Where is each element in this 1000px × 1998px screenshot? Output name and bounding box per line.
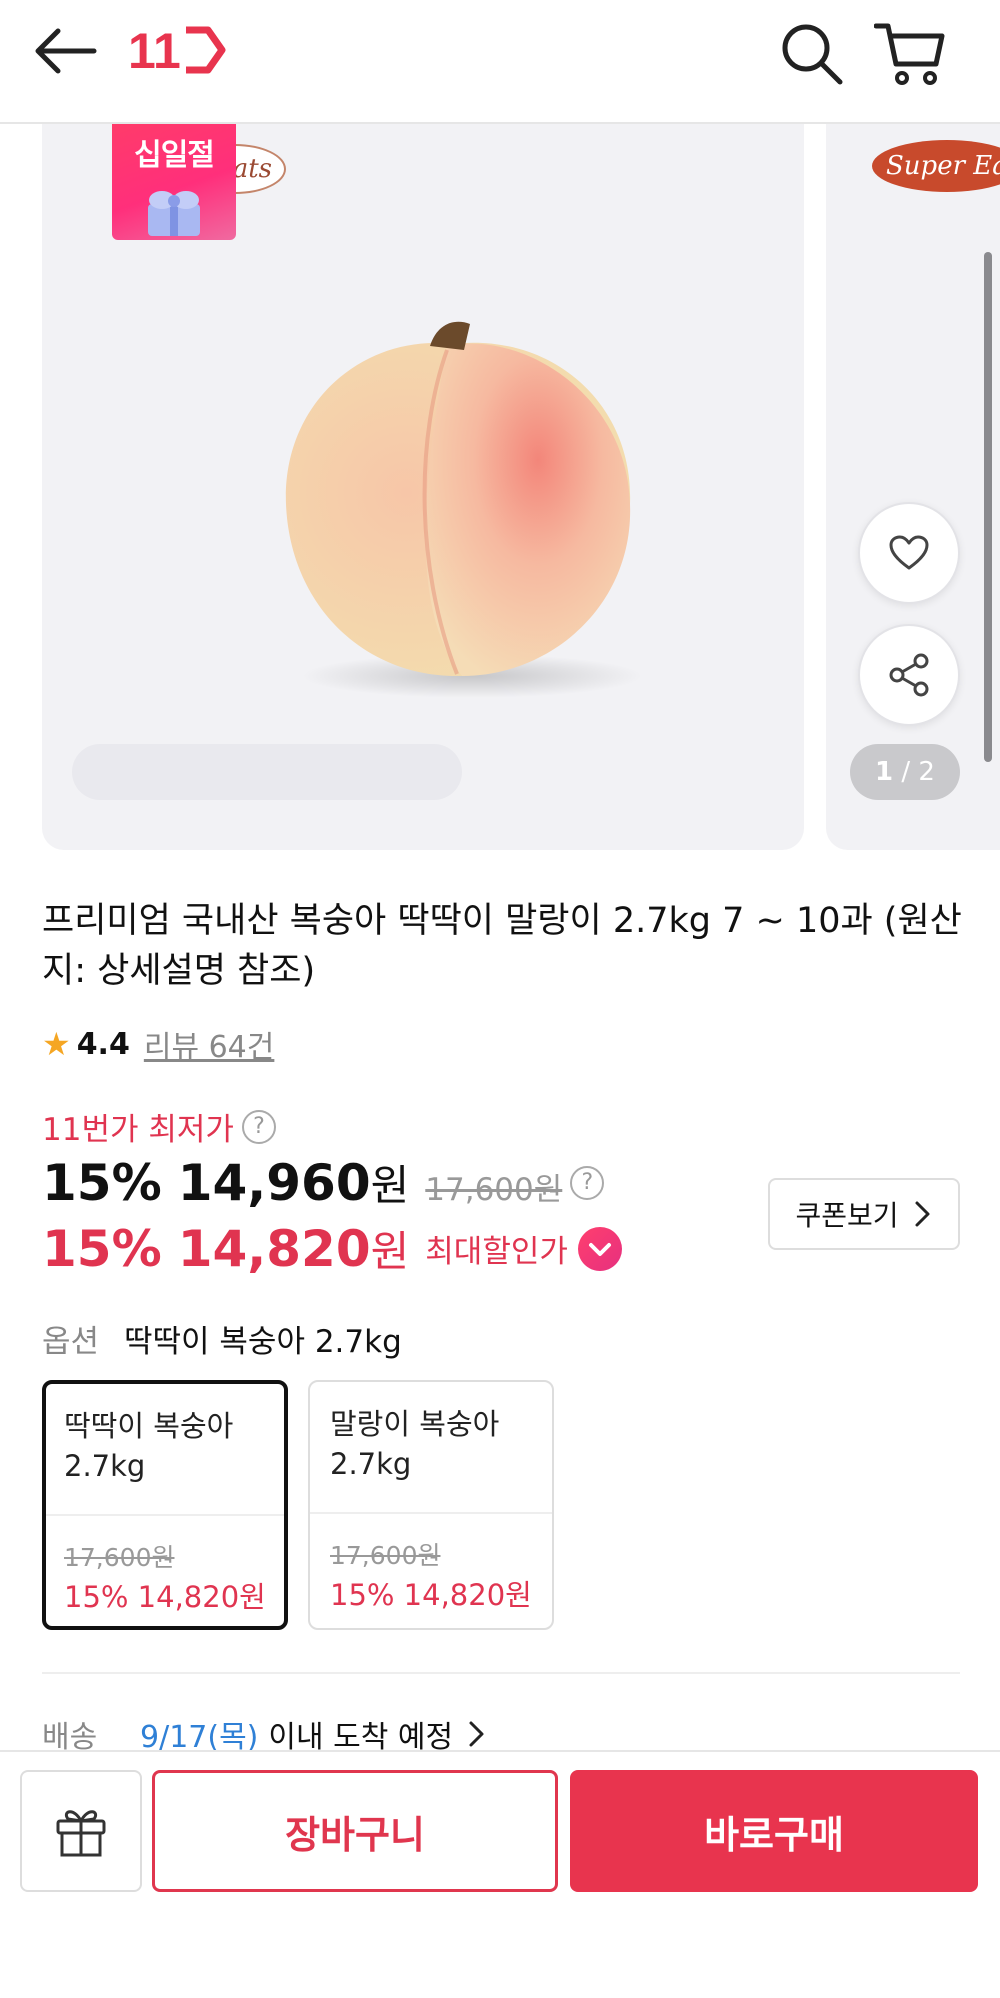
svg-text:11: 11 [128, 23, 181, 78]
currency-unit: 원 [370, 1227, 410, 1276]
gift-ribbon-icon [148, 191, 200, 236]
wishlist-button[interactable] [858, 502, 960, 604]
scrollbar[interactable] [984, 252, 992, 762]
product-title: 프리미엄 국내산 복숭아 딱딱이 말랑이 2.7kg 7 ~ 10과 (원산지:… [42, 901, 962, 991]
option-name: 딱딱이 복숭아 2.7kg [64, 1409, 234, 1483]
image-page-indicator: 1 / 2 [850, 744, 960, 800]
option-original-price: 17,600원 [64, 1543, 175, 1572]
reviews-link[interactable]: 리뷰 64건 [144, 1022, 275, 1066]
cart-icon [873, 23, 945, 85]
cart-button[interactable] [873, 18, 946, 88]
star-icon: ★ [42, 1025, 71, 1063]
gift-button[interactable] [20, 1770, 142, 1892]
help-icon[interactable]: ? [241, 1109, 276, 1144]
view-coupon-button[interactable]: 쿠폰보기 [768, 1178, 960, 1250]
chevron-right-icon [915, 1201, 930, 1227]
option-name: 말랑이 복숭아 2.7kg [330, 1407, 500, 1481]
option-sale-price: 15% 14,820원 [64, 1580, 266, 1614]
add-to-cart-button[interactable]: 장바구니 [152, 1770, 558, 1892]
chevron-down-icon[interactable] [577, 1226, 622, 1271]
option-card[interactable]: 말랑이 복숭아 2.7kg 17,600원 15% 14,820원 [308, 1380, 554, 1630]
option-card-selected[interactable]: 딱딱이 복숭아 2.7kg 17,600원 15% 14,820원 [42, 1380, 288, 1630]
buy-now-button[interactable]: 바로구매 [570, 1770, 978, 1892]
discount-percent: 15% [42, 1154, 162, 1212]
lowest-price-label: 11번가 최저가 [42, 1112, 234, 1148]
selected-option-value: 딱딱이 복숭아 2.7kg [124, 1324, 402, 1360]
max-discount-price-row: 15% 14,820 원 최대할인가 [42, 1218, 622, 1279]
back-button[interactable] [34, 26, 98, 76]
share-icon [889, 653, 929, 697]
option-label: 옵션 [42, 1324, 100, 1360]
peach-product-image [285, 321, 642, 698]
sale-price-row: 15% 14,960 원 17,600원 ? [42, 1152, 605, 1213]
chevron-right-icon [469, 1721, 484, 1747]
option-sale-price: 15% 14,820원 [330, 1578, 532, 1612]
site-logo[interactable]: 11 [128, 22, 228, 79]
section-divider [42, 1672, 960, 1674]
divider [310, 1512, 552, 1514]
next-image-slide[interactable]: Super Eat [826, 124, 1000, 850]
option-original-price: 17,600원 [330, 1541, 441, 1570]
original-price: 17,600원 [425, 1172, 563, 1208]
event-badge: 십일절 [112, 124, 236, 240]
rating-score: 4.4 [76, 1026, 130, 1062]
view-coupon-label: 쿠폰보기 [795, 1199, 899, 1232]
back-arrow-icon [35, 28, 97, 74]
share-button[interactable] [858, 624, 960, 726]
loading-placeholder [72, 744, 462, 800]
currency-unit: 원 [370, 1161, 410, 1210]
top-header: 11 [0, 0, 1000, 124]
lowest-price-label-row: 11번가 최저가 ? [42, 1104, 276, 1149]
max-discount-label: 최대할인가 [425, 1234, 568, 1270]
max-discount-price: 14,820 [177, 1219, 371, 1278]
gift-icon [56, 1810, 106, 1857]
product-image-gallery[interactable]: ats 십일절 Super E 1 / 2 [0, 124, 1000, 854]
search-icon [782, 24, 843, 85]
search-button[interactable] [778, 20, 844, 86]
brand-logo-next: Super Eat [872, 140, 1000, 192]
heart-icon [889, 535, 929, 570]
divider [46, 1514, 284, 1516]
help-icon[interactable]: ? [570, 1165, 605, 1200]
bottom-action-bar: 장바구니 바로구매 [0, 1750, 1000, 1998]
max-discount-percent: 15% [42, 1219, 162, 1278]
rating-row: ★ 4.4 리뷰 64건 [42, 1022, 274, 1066]
sale-price: 14,960 [177, 1154, 371, 1212]
product-image-slide[interactable]: ats 십일절 [42, 124, 804, 850]
